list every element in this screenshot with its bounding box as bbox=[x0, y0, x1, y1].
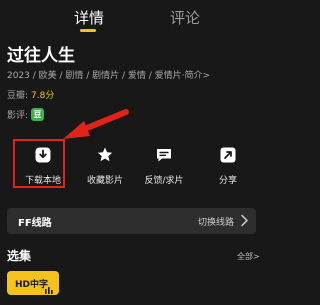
chevron-right-icon bbox=[241, 214, 248, 227]
playing-bars-icon bbox=[45, 287, 53, 294]
annotation-highlight-box bbox=[13, 139, 65, 188]
douban-score: 豆瓣: 7.8分 bbox=[7, 88, 54, 101]
tab-bar: 详情 评论 bbox=[0, 0, 263, 36]
review-label: 影评: bbox=[7, 111, 29, 121]
movie-title: 过往人生 bbox=[7, 46, 75, 66]
movie-meta-link[interactable]: 2023 / 欧美 / 剧情 / 剧情片 / 爱情 / 爱情片·简介> bbox=[7, 68, 210, 81]
share-button[interactable]: 分享 bbox=[198, 146, 258, 186]
active-tab-indicator bbox=[80, 29, 96, 32]
score-value: 7.8分 bbox=[31, 91, 55, 101]
feedback-button[interactable]: 反馈/求片 bbox=[134, 146, 194, 186]
episodes-title: 选集 bbox=[7, 249, 32, 263]
annotation-arrow-icon bbox=[63, 109, 129, 139]
message-icon bbox=[157, 149, 171, 162]
tab-comments[interactable]: 评论 bbox=[170, 7, 200, 28]
star-icon bbox=[97, 147, 113, 162]
share-icon bbox=[220, 147, 236, 163]
favorite-label: 收藏影片 bbox=[86, 176, 123, 186]
feedback-label: 反馈/求片 bbox=[144, 176, 184, 186]
episode-chip[interactable]: HD中字 bbox=[7, 271, 59, 295]
favorite-button[interactable]: 收藏影片 bbox=[75, 146, 135, 186]
current-line-name: FF线路 bbox=[18, 218, 52, 229]
all-episodes-link[interactable]: 全部> bbox=[237, 251, 260, 262]
tab-details[interactable]: 详情 bbox=[74, 7, 104, 28]
douban-review-button[interactable]: 豆 bbox=[31, 108, 45, 121]
score-label: 豆瓣: bbox=[7, 91, 29, 101]
review-row: 影评: 豆 bbox=[7, 108, 45, 121]
switch-line-label: 切换线路 bbox=[197, 218, 234, 228]
share-label: 分享 bbox=[218, 176, 237, 186]
line-selector[interactable]: FF线路 切换线路 bbox=[7, 208, 256, 234]
